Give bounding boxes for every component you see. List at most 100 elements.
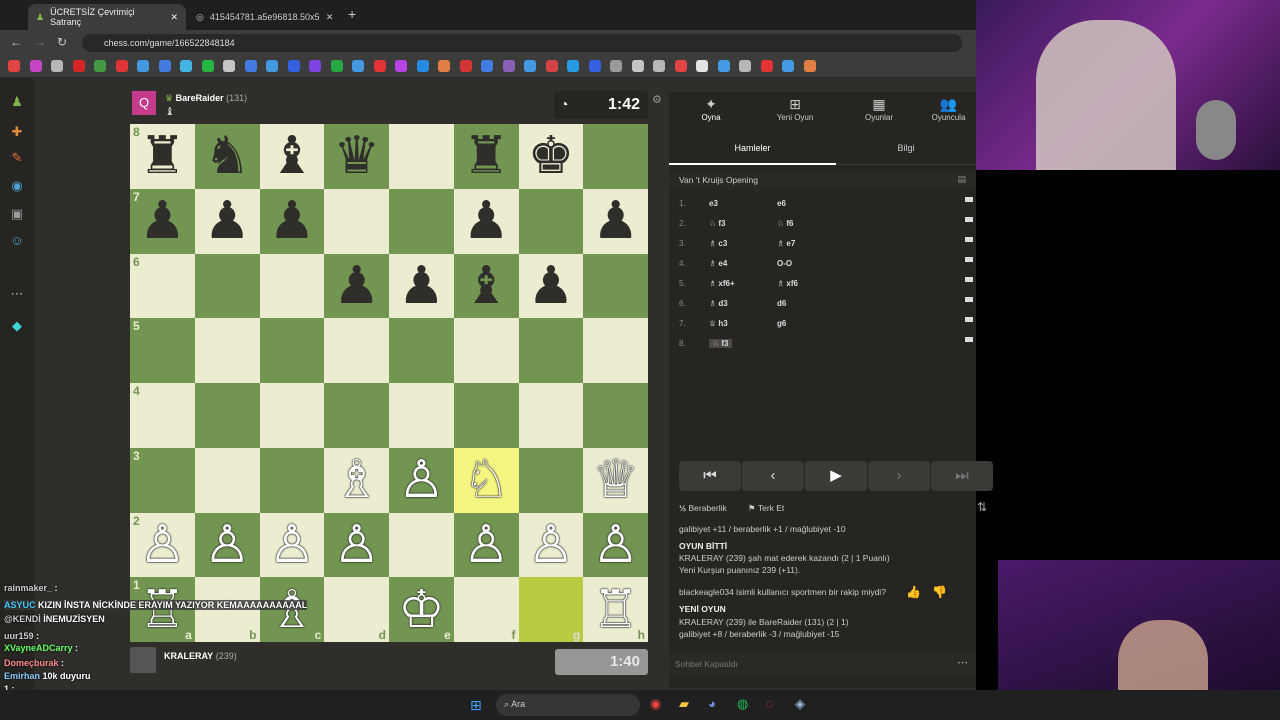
white-piece[interactable]: ♔ — [398, 584, 445, 636]
tab-play[interactable]: ✦ Oyna — [669, 92, 753, 132]
bookmark-icon[interactable] — [244, 60, 257, 72]
more-icon[interactable]: ⋯ — [8, 286, 26, 302]
spotify-icon[interactable]: ◍ — [737, 696, 748, 712]
square-d5[interactable] — [324, 318, 389, 383]
black-move[interactable]: O-O — [777, 259, 845, 268]
tab-players[interactable]: 👥 Oyuncula — [921, 92, 976, 132]
square-b2[interactable]: ♙ — [194, 512, 260, 578]
bookmark-icon[interactable] — [653, 60, 665, 72]
black-piece[interactable]: ♟ — [139, 195, 186, 247]
square-b4[interactable] — [194, 383, 260, 448]
bookmark-icon[interactable] — [266, 60, 278, 72]
black-piece[interactable]: ♜ — [463, 130, 510, 182]
square-c7[interactable]: ♟ — [259, 188, 325, 254]
white-move[interactable]: ♗ xf6+ — [709, 279, 777, 288]
opponent-name[interactable]: BareRaider — [176, 93, 224, 103]
thumbs-up-icon[interactable]: 👍 — [906, 585, 921, 599]
black-piece[interactable]: ♞ — [204, 130, 251, 182]
black-piece[interactable]: ♟ — [269, 195, 316, 247]
white-piece[interactable]: ♙ — [269, 519, 316, 571]
black-piece[interactable]: ♝ — [269, 130, 316, 182]
white-piece[interactable]: ♙ — [139, 519, 186, 571]
bookmark-icon[interactable] — [94, 60, 106, 72]
bookmark-icon[interactable] — [696, 60, 708, 72]
white-piece[interactable]: ♙ — [333, 519, 380, 571]
book-icon[interactable]: ▤ — [957, 174, 966, 185]
bookmark-icon[interactable] — [674, 60, 687, 72]
white-piece[interactable]: ♖ — [592, 584, 639, 636]
bookmark-icon[interactable] — [438, 60, 450, 72]
draw-button[interactable]: ½ Beraberlik — [679, 503, 727, 513]
player-name[interactable]: KRALERAY — [164, 651, 213, 661]
square-e3[interactable]: ♙ — [389, 447, 454, 513]
square-h5[interactable] — [583, 318, 648, 383]
black-piece[interactable]: ♝ — [463, 260, 510, 312]
black-piece[interactable]: ♟ — [528, 260, 575, 312]
folder-icon[interactable]: ▰ — [679, 696, 689, 712]
bookmark-icon[interactable] — [115, 60, 128, 72]
steam-icon[interactable]: ◈ — [795, 696, 805, 712]
black-piece[interactable]: ♟ — [592, 195, 639, 247]
flip-board-icon[interactable]: ⇅ — [977, 500, 987, 514]
forward-move-button[interactable]: › — [868, 461, 930, 491]
bookmark-icon[interactable] — [631, 60, 644, 72]
bookmark-icon[interactable] — [51, 60, 63, 72]
square-a6[interactable]: 6 — [130, 253, 195, 319]
bookmark-icon[interactable] — [803, 60, 816, 72]
square-g8[interactable]: ♚ — [518, 124, 584, 189]
social-icon[interactable]: ☺ — [8, 233, 26, 249]
settings-gear-icon[interactable]: ⚙ — [652, 93, 662, 106]
square-e8[interactable] — [389, 124, 454, 189]
black-piece[interactable]: ♟ — [333, 260, 380, 312]
square-c8[interactable]: ♝ — [259, 124, 325, 189]
bookmark-icon[interactable] — [309, 60, 321, 72]
black-piece[interactable]: ♟ — [398, 260, 445, 312]
square-c3[interactable] — [259, 447, 325, 513]
black-piece[interactable]: ♚ — [528, 130, 575, 182]
square-f1[interactable]: f — [453, 577, 519, 642]
white-move[interactable]: ♘ f3 — [709, 219, 777, 228]
last-move-button[interactable]: ⏭ — [931, 461, 993, 491]
square-g6[interactable]: ♟ — [518, 253, 584, 319]
bookmark-icon[interactable] — [567, 60, 579, 72]
url-field[interactable]: chess.com/game/166522848184 — [82, 34, 962, 52]
white-move[interactable]: ♗ d3 — [709, 299, 777, 308]
square-f8[interactable]: ♜ — [453, 124, 519, 189]
bookmark-icon[interactable] — [201, 60, 214, 72]
square-g1[interactable]: g — [518, 577, 584, 642]
opponent-avatar[interactable]: Q — [132, 91, 156, 115]
tab-image[interactable]: ◎ 415454781.a5e96818.50x50o.4 ✕ — [188, 4, 346, 30]
bookmark-icon[interactable] — [72, 60, 85, 72]
square-a7[interactable]: ♟ 7 — [130, 188, 195, 254]
square-h1[interactable]: ♖ h — [583, 577, 648, 642]
pawn-icon[interactable]: ♟ — [8, 94, 26, 110]
windows-start-icon[interactable]: ⊞ — [470, 697, 482, 714]
square-e5[interactable] — [389, 318, 454, 383]
bookmark-icon[interactable] — [416, 60, 429, 72]
bookmark-icon[interactable] — [352, 60, 364, 72]
discord-icon[interactable]: ◕ — [708, 696, 716, 711]
tab-moves[interactable]: Hamleler — [669, 137, 836, 165]
square-h7[interactable]: ♟ — [583, 188, 648, 254]
square-a8[interactable]: ♜ 8 — [130, 124, 195, 189]
bookmark-icon[interactable] — [29, 60, 42, 72]
opening-name[interactable]: Van 't Kruijs Opening — [679, 175, 758, 185]
new-tab-button[interactable]: + — [348, 6, 356, 22]
bookmark-icon[interactable] — [223, 60, 235, 72]
square-h8[interactable] — [583, 124, 648, 189]
square-b3[interactable] — [194, 447, 260, 513]
square-a4[interactable]: 4 — [130, 383, 195, 448]
black-piece[interactable]: ♟ — [463, 195, 510, 247]
square-d7[interactable] — [324, 188, 389, 254]
square-h3[interactable]: ♕ — [583, 447, 648, 513]
bookmark-icon[interactable] — [481, 60, 493, 72]
square-f7[interactable]: ♟ — [453, 188, 519, 254]
more-icon[interactable]: ⋯ — [957, 656, 968, 669]
black-move[interactable]: e6 — [777, 199, 845, 208]
black-piece[interactable]: ♟ — [204, 195, 251, 247]
bookmark-icon[interactable] — [180, 60, 192, 72]
bookmark-icon[interactable] — [158, 60, 171, 72]
square-c4[interactable] — [259, 383, 325, 448]
square-f5[interactable] — [453, 318, 519, 383]
square-b7[interactable]: ♟ — [194, 188, 260, 254]
